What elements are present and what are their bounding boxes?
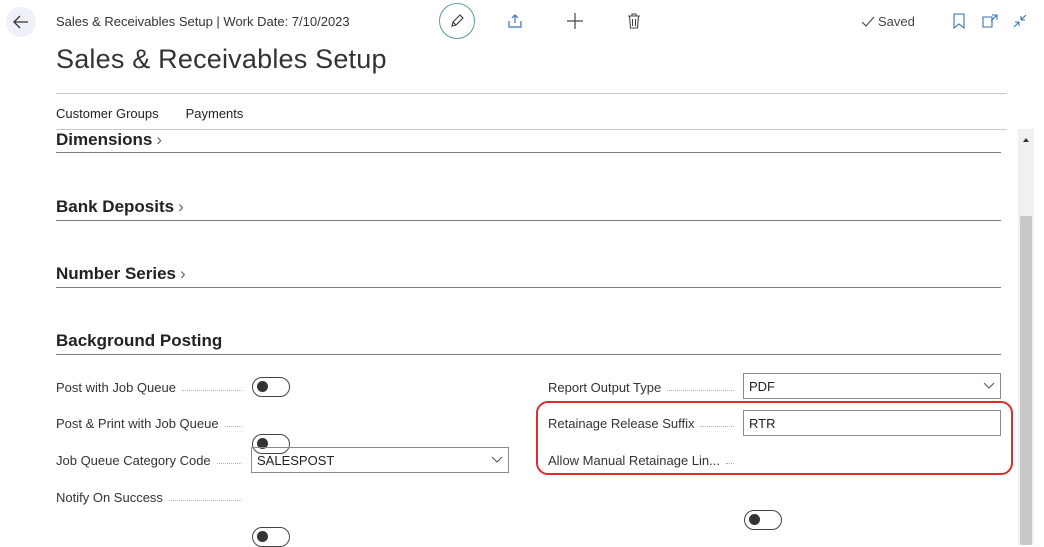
section-bank-deposits-label: Bank Deposits (56, 197, 175, 216)
section-background-posting[interactable]: Background Posting (56, 331, 222, 351)
post-with-job-queue-label: Post with Job Queue (56, 379, 248, 395)
saved-status: Saved (861, 14, 915, 29)
collapse-icon (1013, 14, 1027, 28)
section-divider (56, 152, 1001, 153)
plus-icon (567, 13, 583, 29)
section-bank-deposits[interactable]: Bank Deposits › (56, 197, 184, 217)
bookmark-button[interactable] (949, 11, 969, 31)
action-bar-divider (56, 129, 1007, 130)
section-background-posting-label: Background Posting (56, 331, 223, 350)
notify-on-success-label: Notify On Success (56, 489, 248, 505)
action-customer-groups[interactable]: Customer Groups (56, 106, 159, 121)
post-with-job-queue-toggle[interactable] (252, 377, 290, 397)
pencil-icon (451, 14, 464, 27)
post-print-job-queue-label: Post & Print with Job Queue (56, 415, 248, 431)
edit-button[interactable] (439, 3, 475, 39)
section-dimensions[interactable]: Dimensions › (56, 130, 162, 150)
chevron-down-icon (491, 456, 503, 463)
share-button[interactable] (505, 11, 525, 31)
retainage-release-suffix-value: RTR (749, 415, 776, 431)
open-new-window-icon (982, 14, 998, 28)
job-queue-category-code-value: SALESPOST (257, 452, 335, 468)
section-number-series-label: Number Series (56, 264, 176, 283)
retainage-release-suffix-label: Retainage Release Suffix (548, 415, 740, 431)
notify-on-success-toggle[interactable] (252, 527, 290, 547)
section-divider (56, 220, 1001, 221)
section-divider (56, 287, 1001, 288)
chevron-right-icon: › (178, 197, 184, 216)
page-title: Sales & Receivables Setup (56, 44, 387, 74)
chevron-right-icon: › (180, 264, 186, 283)
chevron-right-icon: › (156, 130, 163, 149)
section-dimensions-label: Dimensions (56, 130, 153, 149)
scrollbar-thumb[interactable] (1020, 216, 1032, 545)
header-divider (56, 93, 1007, 94)
open-new-window-button[interactable] (980, 11, 1000, 31)
scroll-up-arrow[interactable] (1021, 132, 1031, 142)
report-output-type-label: Report Output Type (548, 379, 740, 395)
collapse-button[interactable] (1010, 11, 1030, 31)
saved-label: Saved (878, 14, 915, 29)
trash-icon (628, 13, 640, 29)
job-queue-category-code-select[interactable]: SALESPOST (251, 447, 509, 473)
arrow-left-icon (13, 15, 28, 29)
share-icon (508, 14, 522, 28)
bookmark-icon (953, 13, 965, 29)
report-output-type-value: PDF (749, 378, 775, 394)
section-number-series[interactable]: Number Series › (56, 264, 186, 284)
action-bar: Customer Groups Payments (56, 106, 243, 121)
allow-manual-retainage-label: Allow Manual Retainage Lin... (548, 452, 740, 468)
section-divider (56, 354, 1001, 355)
back-button[interactable] (6, 7, 36, 37)
allow-manual-retainage-toggle[interactable] (744, 510, 782, 530)
chevron-down-icon (983, 382, 995, 389)
new-button[interactable] (565, 11, 585, 31)
action-payments[interactable]: Payments (186, 106, 244, 121)
job-queue-category-code-label: Job Queue Category Code (56, 452, 248, 468)
breadcrumb: Sales & Receivables Setup | Work Date: 7… (56, 14, 350, 29)
caret-up-icon (1023, 138, 1029, 142)
retainage-release-suffix-input[interactable]: RTR (743, 410, 1001, 436)
check-icon (861, 16, 875, 27)
delete-button[interactable] (624, 11, 644, 31)
report-output-type-select[interactable]: PDF (743, 373, 1001, 399)
